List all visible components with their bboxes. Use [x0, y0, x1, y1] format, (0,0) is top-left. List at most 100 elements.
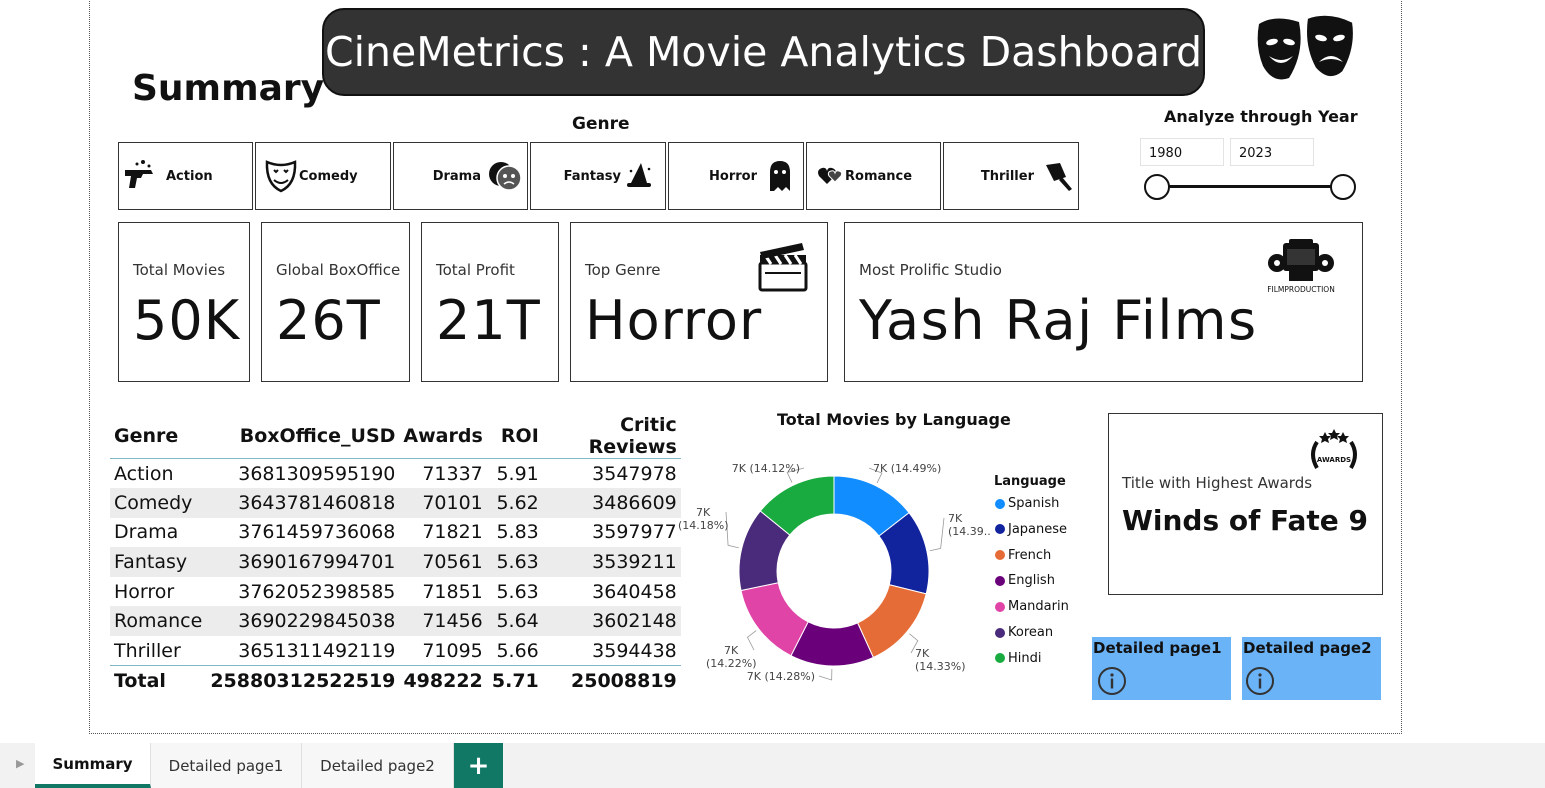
- table-cell: 3640458: [592, 580, 677, 603]
- legend-label: Japanese: [1008, 521, 1068, 537]
- legend-label: Spanish: [1008, 496, 1060, 511]
- year-to-input[interactable]: 2023: [1230, 138, 1314, 166]
- table-cell: 3539211: [542, 547, 681, 577]
- legend-item-korean[interactable]: Korean: [995, 625, 1053, 640]
- table-cell: 5.64: [486, 606, 543, 637]
- table-cell: 3681309595190: [206, 458, 400, 489]
- column-header[interactable]: Critic Reviews: [543, 414, 681, 459]
- genre-label: Horror: [709, 168, 757, 184]
- table-cell: Fantasy: [110, 547, 207, 577]
- kpi-label: Most Prolific Studio: [859, 261, 1002, 279]
- kpi-value: 21T: [436, 289, 541, 352]
- genre-label: Thriller: [980, 168, 1034, 184]
- table-cell: 3643781460818: [206, 488, 400, 518]
- legend-item-english[interactable]: English: [995, 573, 1055, 588]
- year-slider-start-handle[interactable]: [1144, 174, 1170, 200]
- table-row[interactable]: Comedy 3643781460818 70101 5.62 3486609: [110, 488, 681, 518]
- column-header[interactable]: Awards: [399, 414, 486, 459]
- scroll-left-icon[interactable]: ▶: [16, 757, 28, 773]
- hearts-icon: [818, 167, 843, 184]
- legend-swatch: [995, 524, 1005, 535]
- year-from-input[interactable]: 1980: [1140, 138, 1224, 166]
- award-badge-text: AWARDS: [1317, 456, 1351, 464]
- kpi-card-prolific-studio: Most Prolific Studio Yash Raj Films FILM…: [844, 222, 1363, 382]
- table-row[interactable]: Action 3681309595190 71337 5.91 3547978: [110, 458, 681, 489]
- table-cell: 5.66: [496, 639, 539, 662]
- legend-label: Hindi: [1008, 650, 1042, 666]
- kpi-label: Total Profit: [436, 261, 515, 279]
- legend-label: Korean: [1008, 625, 1054, 640]
- data-label: 7K (14.18%): [678, 506, 729, 532]
- legend-item-japanese[interactable]: Japanese: [995, 522, 1067, 537]
- table-row[interactable]: Fantasy 3690167994701 70561 5.63 3539211: [110, 547, 681, 577]
- table-cell: 498222: [399, 665, 487, 696]
- info-icon: [1246, 667, 1274, 695]
- data-label-line: 7K: [724, 644, 739, 657]
- table-row[interactable]: Horror 3762052398585 71851 5.63 3640458: [110, 577, 681, 607]
- data-label: 7K (14.28%): [747, 670, 815, 683]
- genre-button-comedy[interactable]: Comedy: [255, 142, 391, 210]
- genre-button-thriller[interactable]: Thriller: [943, 142, 1079, 210]
- page-tab-bar: ▶ Summary Detailed page1 Detailed page2: [0, 743, 1545, 788]
- legend-item-hindi[interactable]: Hindi: [995, 651, 1042, 666]
- legend-item-spanish[interactable]: Spanish: [995, 496, 1059, 511]
- tab-detailed-page1[interactable]: Detailed page1: [151, 743, 302, 788]
- legend-swatch: [995, 627, 1005, 638]
- year-slider-track: [1157, 185, 1343, 188]
- year-slider-end-handle[interactable]: [1330, 174, 1356, 200]
- cleaver-icon: [1046, 163, 1072, 191]
- data-label-line: (14.33%): [915, 660, 966, 673]
- table-cell: 3597977: [592, 521, 677, 544]
- table-cell: 3547978: [542, 458, 681, 489]
- table-cell: 5.62: [486, 488, 543, 518]
- genre-button-romance[interactable]: Romance: [806, 142, 941, 210]
- table-cell: Horror: [114, 580, 175, 603]
- table-cell: 71456: [399, 606, 487, 637]
- table-cell: Total: [110, 665, 207, 696]
- genre-label: Comedy: [299, 168, 358, 184]
- tab-summary[interactable]: Summary: [35, 743, 151, 788]
- table-header-row: Genre BoxOffice_USD Awards ROI Critic Re…: [110, 414, 681, 459]
- table-total-row: Total 25880312522519 498222 5.71 25008819: [110, 665, 681, 696]
- table-cell: 71337: [399, 458, 487, 489]
- table-row[interactable]: Drama 3761459736068 71821 5.83 3597977: [110, 518, 681, 548]
- genre-slicer-title: Genre: [572, 114, 630, 134]
- dashboard-title-banner: CineMetrics : A Movie Analytics Dashboar…: [322, 8, 1205, 96]
- award-card-value: Winds of Fate 9: [1122, 504, 1369, 537]
- kpi-card-global-boxoffice: Global BoxOffice 26T: [261, 222, 410, 382]
- legend-swatch: [995, 498, 1005, 509]
- table-cell: 3762052398585: [238, 580, 396, 603]
- genre-button-drama[interactable]: Drama: [393, 142, 528, 210]
- table-cell: 3651311492119: [238, 639, 396, 662]
- table-cell: 70561: [399, 547, 487, 577]
- legend-item-french[interactable]: French: [995, 548, 1051, 563]
- genre-button-horror[interactable]: Horror: [668, 142, 804, 210]
- clapperboard-icon: [758, 243, 808, 292]
- genre-button-action[interactable]: Action: [118, 142, 253, 210]
- language-donut-chart: 7K (14.49%)7K(14.39...)7K(14.33%)7K (14.…: [678, 462, 990, 683]
- genre-button-fantasy[interactable]: Fantasy: [530, 142, 666, 210]
- kpi-card-total-movies: Total Movies 50K: [118, 222, 250, 382]
- table-cell: Comedy: [110, 488, 207, 518]
- witch-hat-icon: [627, 163, 651, 187]
- award-badge-icon: AWARDS: [1311, 429, 1357, 469]
- table-cell: 71821: [422, 521, 483, 544]
- detailed-page2-button[interactable]: Detailed page2: [1242, 637, 1381, 700]
- table-row[interactable]: Romance 3690229845038 71456 5.64 3602148: [110, 606, 681, 637]
- add-page-button[interactable]: +: [454, 743, 503, 788]
- data-label: 7K (14.49%): [873, 462, 941, 475]
- legend-swatch: [995, 601, 1005, 612]
- table-cell: 71851: [422, 580, 483, 603]
- detailed-page1-button[interactable]: Detailed page1: [1092, 637, 1231, 700]
- column-header[interactable]: ROI: [487, 414, 543, 459]
- data-label-line: 7K: [915, 647, 930, 660]
- tab-detailed-page2[interactable]: Detailed page2: [302, 743, 454, 788]
- table-cell: 71095: [422, 639, 483, 662]
- data-label: 7K (14.22%): [706, 644, 757, 670]
- chart-title: Total Movies by Language: [777, 410, 1011, 429]
- table-row[interactable]: Thriller 3651311492119 71095 5.66 3594438: [110, 636, 681, 666]
- data-label-line: (14.18%): [678, 519, 729, 532]
- legend-item-mandarin[interactable]: Mandarin: [995, 599, 1069, 614]
- column-header[interactable]: Genre: [110, 414, 206, 459]
- column-header[interactable]: BoxOffice_USD: [206, 414, 399, 459]
